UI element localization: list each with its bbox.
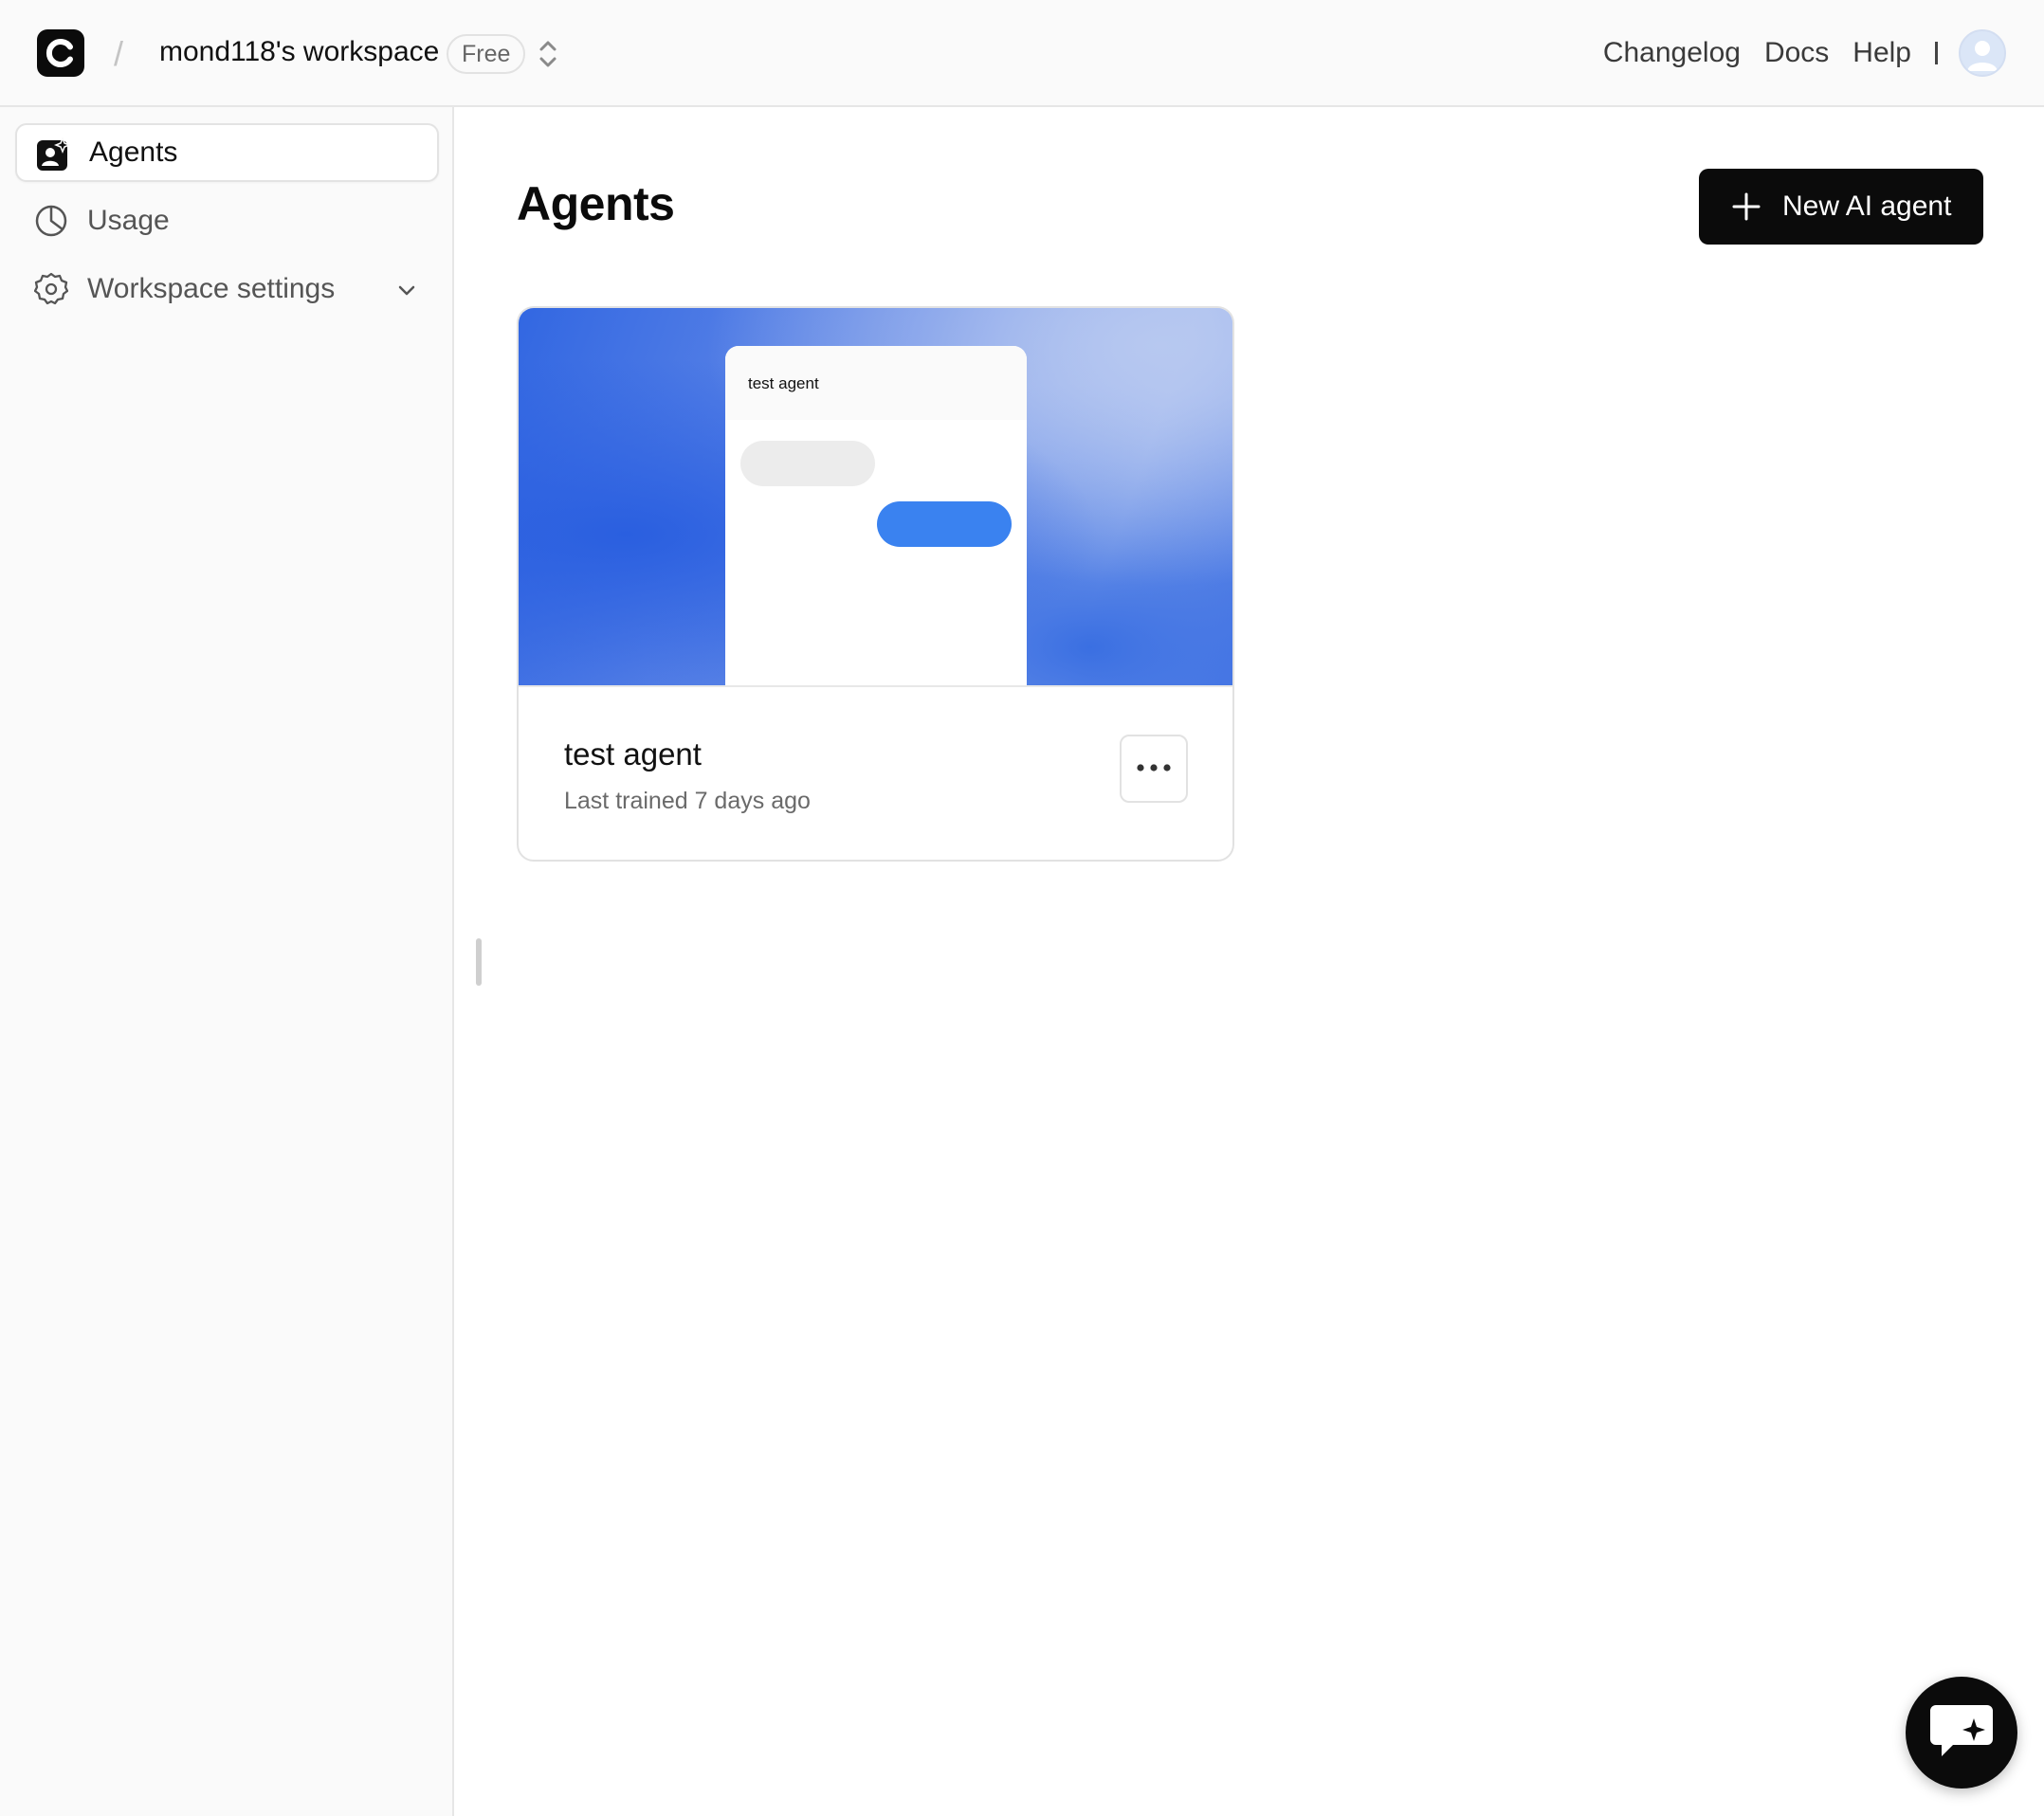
sidebar-item-usage[interactable]: Usage [15, 191, 439, 250]
new-ai-agent-button[interactable]: New AI agent [1699, 169, 1983, 245]
logo-icon[interactable] [37, 29, 84, 77]
agent-card[interactable]: test agent test agent Last trained 7 day… [517, 306, 1234, 862]
chat-sparkle-icon [1928, 1701, 1995, 1765]
avatar-icon[interactable] [1959, 29, 2006, 77]
agent-last-trained: Last trained 7 days ago [564, 788, 811, 814]
plan-badge: Free [447, 34, 526, 74]
top-bar: / mond118's workspace Free Changelog Doc… [0, 0, 2044, 107]
user-message-bubble [877, 501, 1012, 547]
chat-preview-title: test agent [748, 374, 819, 392]
agent-card-banner: test agent [519, 308, 1232, 685]
sidebar-item-label: Workspace settings [87, 273, 336, 304]
sidebar-item-agents[interactable]: Agents [15, 123, 439, 182]
sidebar-item-workspace-settings[interactable]: Workspace settings [15, 260, 439, 318]
chat-widget-button[interactable] [1906, 1677, 2017, 1789]
help-link[interactable]: Help [1852, 37, 1911, 69]
sidebar-item-label: Usage [87, 205, 170, 236]
more-options-button[interactable] [1120, 735, 1188, 803]
sidebar-resize-handle[interactable] [476, 938, 482, 986]
sidebar: Agents Usage Workspace settings [0, 107, 454, 1816]
new-ai-agent-label: New AI agent [1782, 191, 1952, 222]
chat-preview-header: test agent [725, 346, 1027, 420]
bot-message-bubble [740, 441, 875, 486]
docs-link[interactable]: Docs [1764, 37, 1829, 69]
chevron-updown-icon[interactable] [534, 36, 562, 72]
chat-preview: test agent [725, 346, 1027, 685]
pie-chart-icon [34, 204, 68, 238]
workspace-name[interactable]: mond118's workspace [159, 36, 439, 68]
agent-icon [36, 136, 72, 172]
top-nav: Changelog Docs Help [1603, 0, 2044, 106]
chevron-down-icon[interactable] [395, 277, 418, 300]
breadcrumb-separator: / [114, 34, 124, 73]
agent-card-footer: test agent Last trained 7 days ago [519, 685, 1232, 860]
sidebar-item-label: Agents [89, 136, 178, 168]
more-dots-icon [1135, 760, 1173, 777]
gear-icon [33, 272, 69, 306]
changelog-link[interactable]: Changelog [1603, 37, 1741, 69]
plus-icon [1732, 192, 1761, 221]
agent-name[interactable]: test agent [564, 736, 702, 772]
nav-divider [1935, 42, 1938, 64]
page-title: Agents [517, 177, 675, 230]
